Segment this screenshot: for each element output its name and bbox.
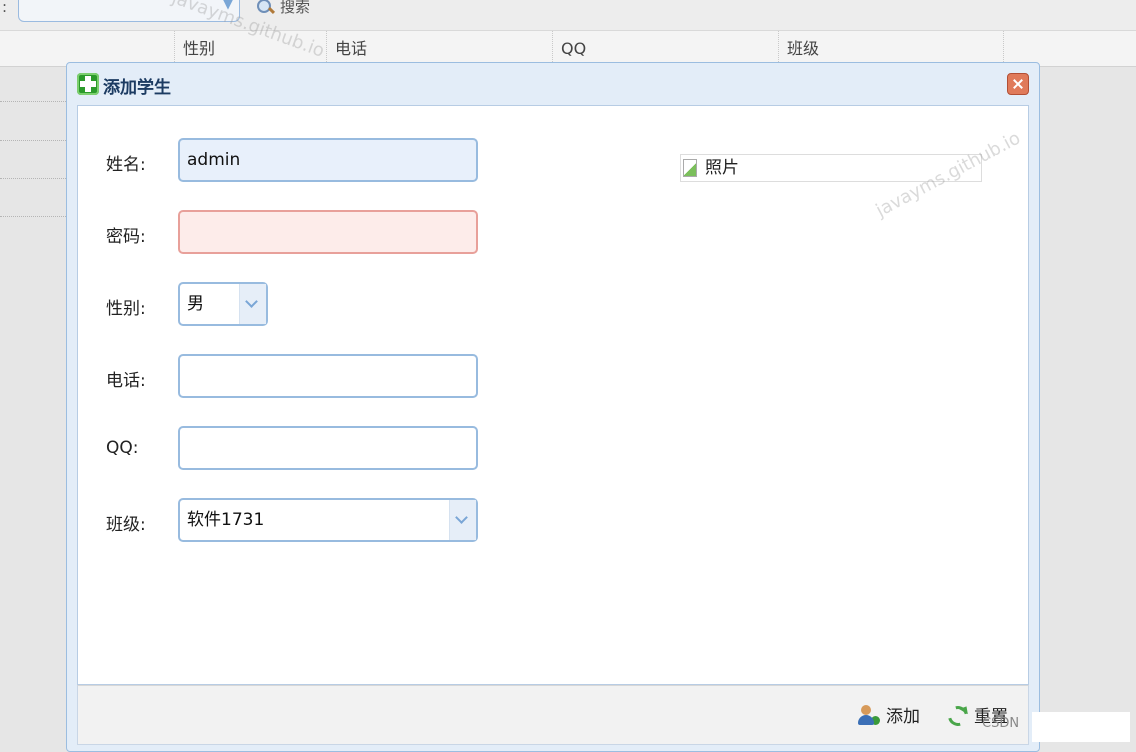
column-class[interactable]: 班级 — [778, 31, 1004, 66]
add-button[interactable]: 添加 — [858, 702, 920, 727]
name-input[interactable]: admin — [178, 138, 478, 182]
close-button[interactable] — [1007, 73, 1029, 95]
class-select[interactable]: 软件1731 — [178, 498, 478, 542]
gender-label: 性别: — [106, 299, 146, 319]
dialog-body: 姓名: admin 密码: 性别: 男 电话: QQ: 班级: 软件1731 照… — [77, 105, 1029, 685]
add-student-dialog: 添加学生 姓名: admin 密码: 性别: 男 电话: QQ: 班级: 软件1… — [66, 62, 1040, 752]
broken-image-icon — [683, 159, 697, 177]
table-row[interactable] — [0, 101, 66, 102]
dialog-title: 添加学生 — [103, 78, 171, 98]
class-label: 班级: — [106, 515, 146, 535]
table-row[interactable] — [0, 140, 66, 141]
dialog-footer: 添加 重置 — [77, 685, 1029, 745]
dialog-titlebar[interactable]: 添加学生 — [67, 63, 1039, 103]
gender-select[interactable]: 男 — [178, 282, 268, 326]
chevron-down-icon[interactable] — [449, 500, 476, 540]
refresh-icon — [946, 704, 968, 726]
table-row[interactable] — [0, 178, 66, 179]
column-qq[interactable]: QQ — [552, 31, 778, 66]
column-phone[interactable]: 电话 — [326, 31, 552, 66]
csdn-badge: CSDN — [982, 716, 1020, 731]
class-value: 软件1731 — [187, 510, 265, 530]
qq-label: QQ: — [106, 438, 139, 458]
user-add-icon — [858, 704, 880, 726]
name-label: 姓名: — [106, 155, 146, 175]
search-button-label: 搜索 — [280, 0, 311, 16]
password-label: 密码: — [106, 227, 146, 247]
add-icon — [77, 73, 99, 95]
search-icon — [256, 0, 274, 16]
photo-alt-text: 照片 — [705, 158, 739, 178]
overlay-patch — [1032, 712, 1130, 742]
table-row[interactable] — [0, 216, 66, 217]
gender-value: 男 — [187, 294, 204, 314]
qq-input[interactable] — [178, 426, 478, 470]
chevron-down-icon[interactable] — [239, 284, 266, 324]
phone-input[interactable] — [178, 354, 478, 398]
search-label-colon: : — [2, 0, 8, 16]
phone-label: 电话: — [106, 371, 146, 391]
add-button-label: 添加 — [886, 707, 920, 727]
password-input[interactable] — [178, 210, 478, 254]
search-button[interactable]: 搜索 — [256, 0, 310, 17]
